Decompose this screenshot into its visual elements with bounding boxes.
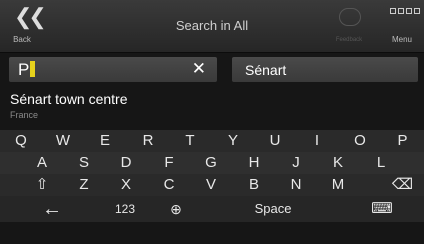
key-o[interactable]: O — [339, 130, 381, 152]
key-i[interactable]: I — [296, 130, 338, 152]
menu-icon — [390, 8, 420, 14]
city-value: Sénart — [245, 62, 287, 78]
key-a[interactable]: A — [21, 152, 63, 174]
menu-button[interactable]: Menu — [380, 0, 424, 52]
back-label: Back — [13, 35, 31, 44]
numbers-key[interactable]: 123 — [104, 196, 146, 222]
search-query-text: P — [18, 60, 30, 79]
backspace-icon[interactable]: ⌫ — [381, 174, 424, 196]
keyboard-icon[interactable]: ⌨ — [340, 196, 424, 222]
key-p[interactable]: P — [381, 130, 424, 152]
key-s[interactable]: S — [63, 152, 105, 174]
key-t[interactable]: T — [169, 130, 211, 152]
close-icon[interactable]: ✕ — [192, 59, 206, 79]
speech-bubble-icon — [339, 8, 361, 26]
key-l[interactable]: L — [360, 152, 402, 174]
keyboard-row-4: ← 123 ⊕ Space ⌨ — [0, 196, 424, 222]
menu-label: Menu — [391, 35, 412, 44]
key-m[interactable]: M — [317, 174, 359, 196]
keyboard-row-3: ⇧ Z X C V B N M ⌫ — [0, 174, 424, 196]
key-h[interactable]: H — [233, 152, 275, 174]
keyboard: Q W E R T Y U I O P A S D F G H J K L ⇧ … — [0, 130, 424, 244]
key-e[interactable]: E — [84, 130, 126, 152]
shift-icon[interactable]: ⇧ — [21, 174, 63, 196]
key-n[interactable]: N — [275, 174, 317, 196]
result-name: Sénart town centre — [10, 91, 128, 107]
keyboard-row-2: A S D F G H J K L — [0, 152, 424, 174]
key-q[interactable]: Q — [0, 130, 42, 152]
key-j[interactable]: J — [275, 152, 317, 174]
city-field[interactable]: Sénart — [232, 57, 418, 82]
key-d[interactable]: D — [105, 152, 147, 174]
page-title: Search in All — [175, 18, 249, 33]
result-item[interactable]: Sénart town centre France — [0, 88, 424, 124]
header-bar: ❮❮ Back Search in All Feedback Menu — [0, 0, 424, 53]
feedback-button[interactable]: Feedback — [327, 0, 371, 52]
key-g[interactable]: G — [190, 152, 232, 174]
key-f[interactable]: F — [148, 152, 190, 174]
back-button[interactable]: ❮❮ Back — [0, 0, 47, 52]
key-u[interactable]: U — [254, 130, 296, 152]
key-v[interactable]: V — [190, 174, 232, 196]
arrow-left-icon[interactable]: ← — [0, 196, 104, 222]
globe-icon[interactable]: ⊕ — [146, 196, 206, 222]
double-chevron-left-icon: ❮❮ — [14, 4, 47, 29]
key-c[interactable]: C — [148, 174, 190, 196]
text-caret — [30, 61, 36, 77]
key-k[interactable]: K — [317, 152, 359, 174]
key-w[interactable]: W — [42, 130, 84, 152]
key-z[interactable]: Z — [63, 174, 105, 196]
key-b[interactable]: B — [233, 174, 275, 196]
space-key[interactable]: Space — [206, 196, 340, 222]
search-screen: ❮❮ Back Search in All Feedback Menu P ✕ … — [0, 0, 424, 244]
feedback-label: Feedback — [335, 37, 363, 43]
result-country: France — [10, 110, 39, 120]
keyboard-row-1: Q W E R T Y U I O P — [0, 130, 424, 152]
search-input[interactable]: P ✕ — [9, 57, 217, 82]
key-r[interactable]: R — [127, 130, 169, 152]
key-y[interactable]: Y — [212, 130, 254, 152]
key-x[interactable]: X — [105, 174, 147, 196]
